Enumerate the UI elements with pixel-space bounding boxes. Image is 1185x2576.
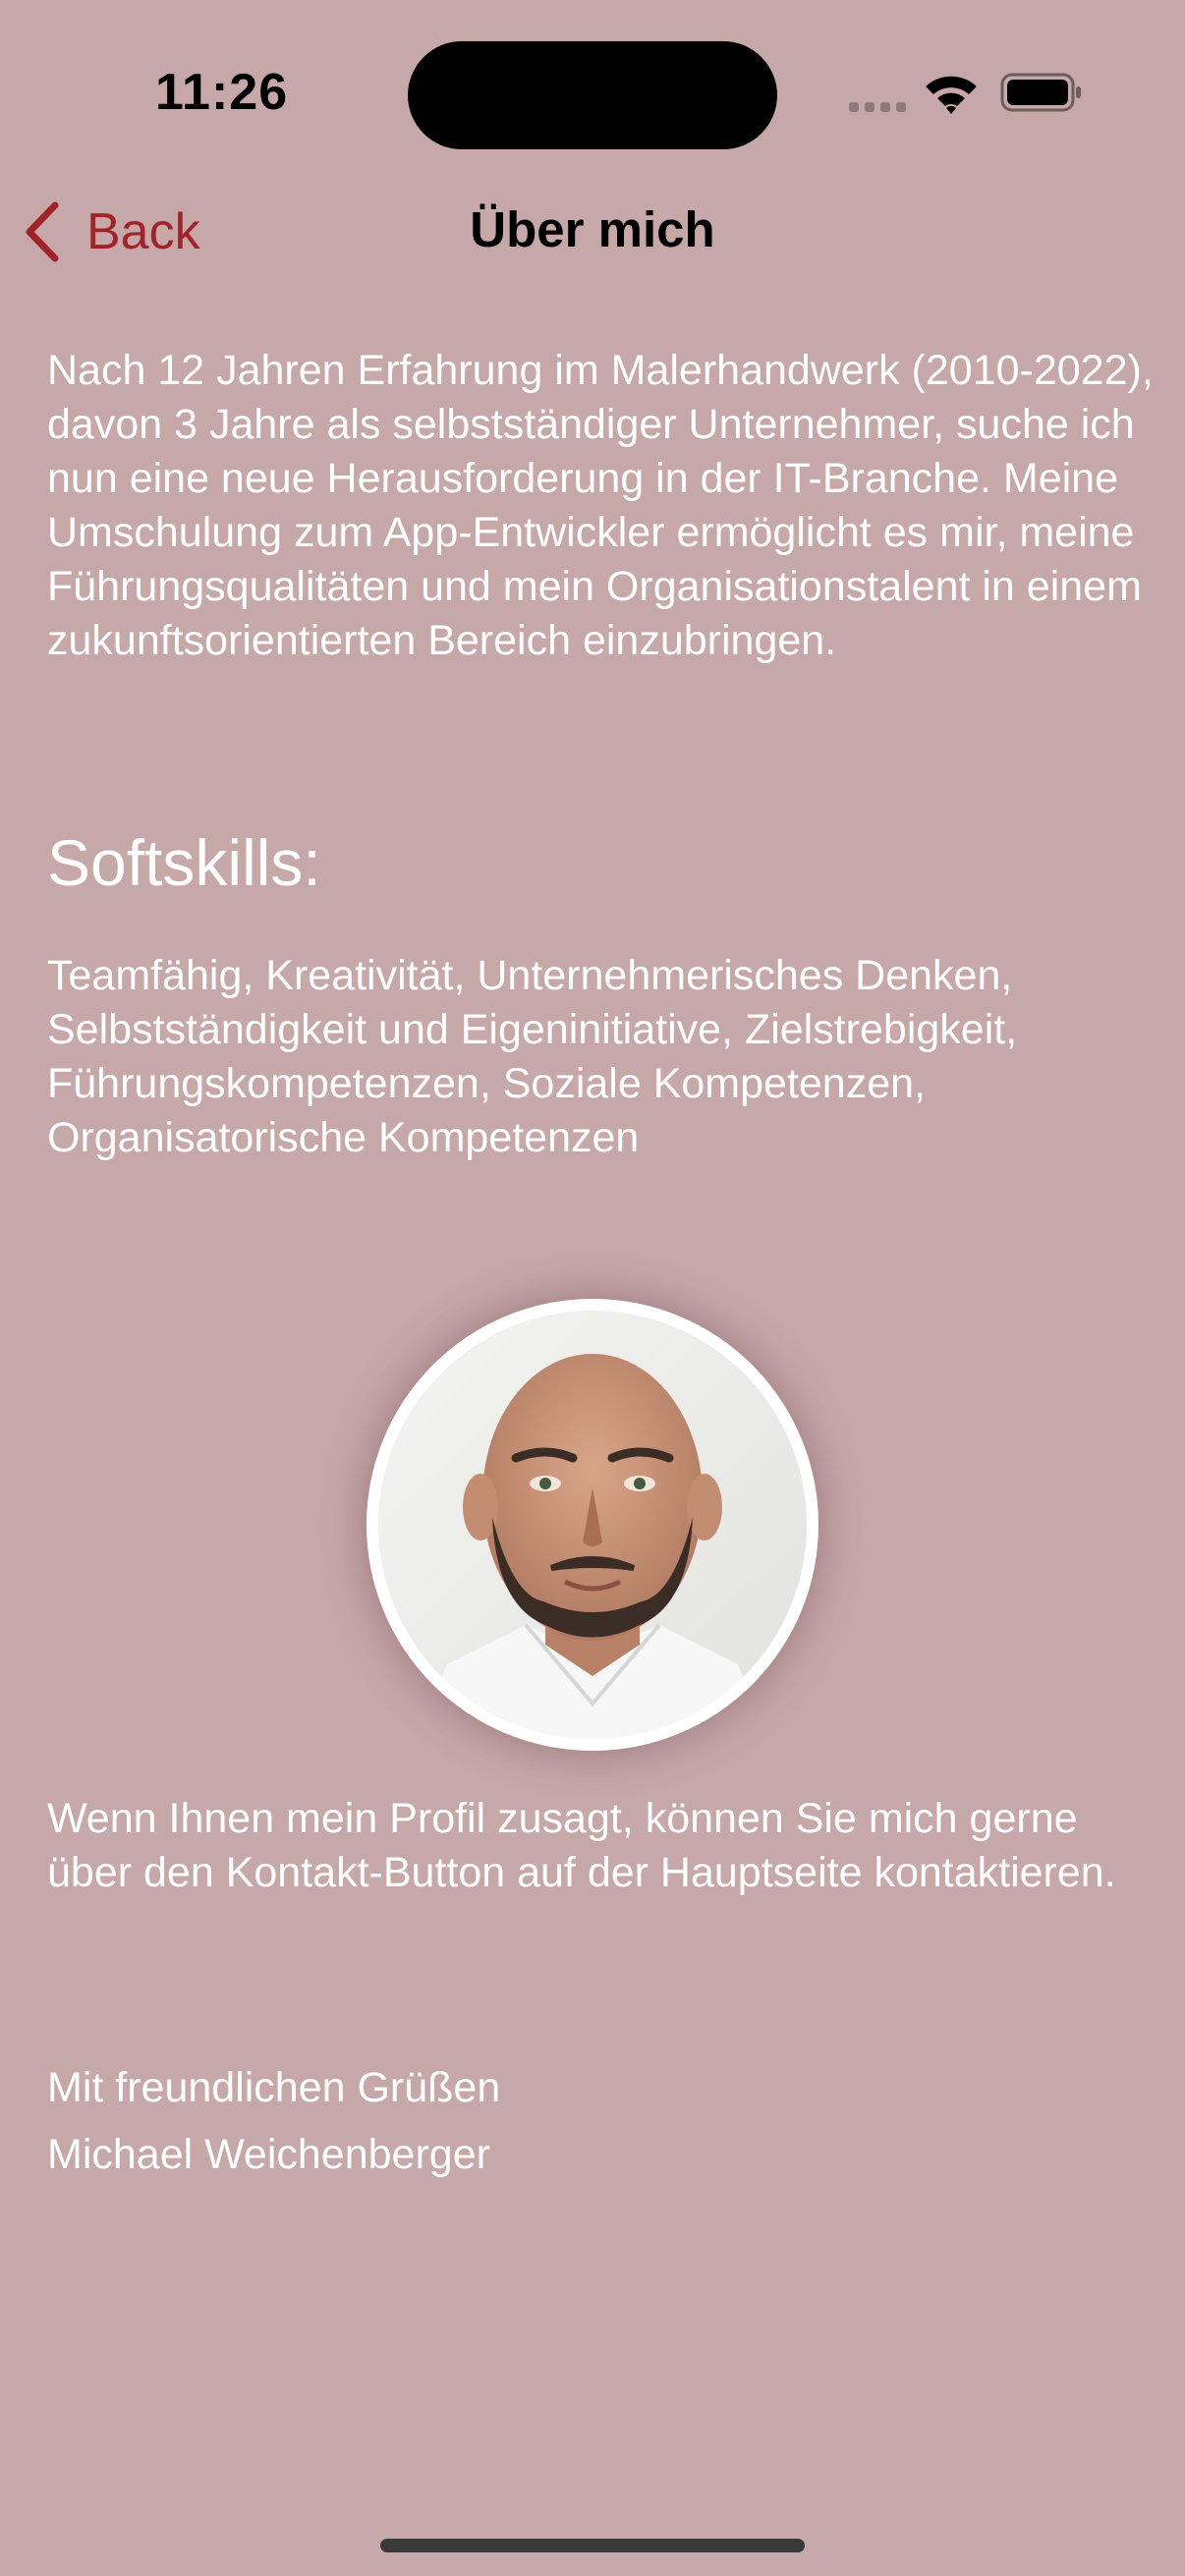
signal-icon bbox=[849, 102, 906, 112]
closing-text: Wenn Ihnen mein Profil zusagt, können Si… bbox=[47, 1795, 1116, 1896]
greeting-text: Mit freundlichen Grüßen bbox=[47, 2064, 501, 2111]
page-title: Über mich bbox=[470, 201, 715, 257]
battery-icon bbox=[1000, 73, 1081, 112]
profile-photo bbox=[378, 1311, 807, 1739]
wifi-icon bbox=[926, 76, 977, 114]
softskills-heading: Softskills: bbox=[47, 826, 321, 899]
status-time: 11:26 bbox=[155, 64, 289, 121]
softskills-text: Teamfähig, Kreativität, Unternehmerische… bbox=[47, 952, 1018, 1161]
dynamic-island bbox=[408, 41, 777, 149]
avatar bbox=[367, 1299, 818, 1751]
intro-text: Nach 12 Jahren Erfahrung im Malerhandwer… bbox=[47, 347, 1154, 664]
about-me-screen: 11:26 Back Über mich Nach 12 Jahren Erfa… bbox=[0, 0, 1185, 2576]
signature-text: Michael Weichenberger bbox=[47, 2131, 490, 2178]
home-indicator[interactable] bbox=[380, 2539, 805, 2552]
